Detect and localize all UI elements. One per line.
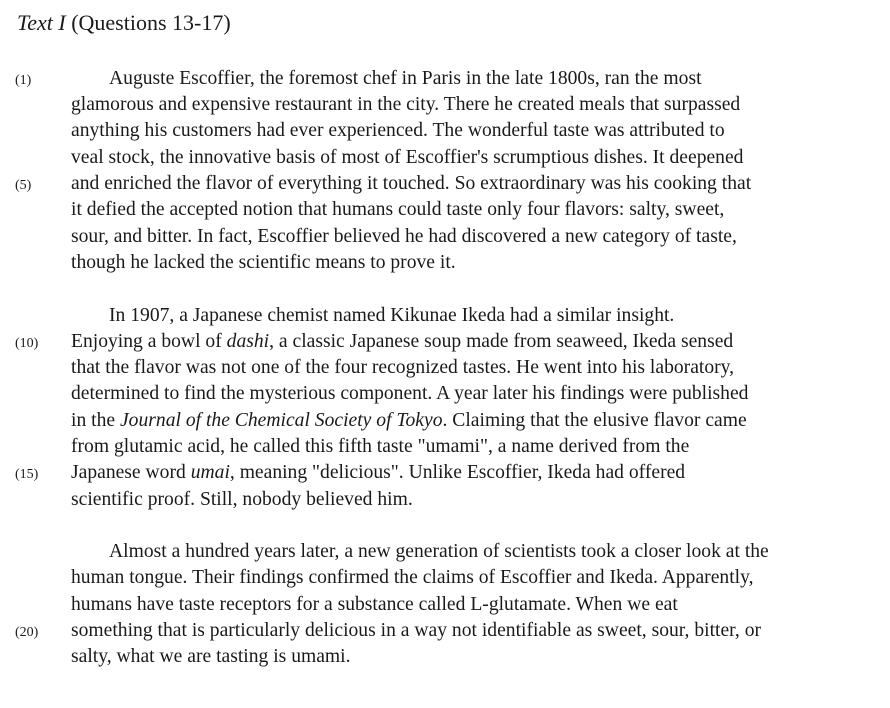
- text-line: Japanese word umai, meaning "delicious".…: [71, 460, 685, 486]
- text-line: from glutamic acid, he called this fifth…: [71, 436, 690, 457]
- text-line: Enjoying a bowl of dashi, a classic Japa…: [71, 329, 733, 355]
- dashi-term: dashi: [226, 331, 270, 352]
- text-line: salty, what we are tasting is umami.: [71, 646, 351, 667]
- text-line: Almost a hundred years later, a new gene…: [109, 541, 769, 562]
- text-span: , meaning "delicious". Unlike Escoffier,…: [229, 462, 686, 483]
- text-line: that the flavor was not one of the four …: [71, 357, 735, 378]
- text-span: in the: [71, 410, 120, 431]
- line-number: (20): [15, 625, 39, 640]
- line-number: (10): [15, 336, 39, 351]
- text-line: though he lacked the scientific means to…: [71, 252, 456, 273]
- text-line: in the Journal of the Chemical Society o…: [71, 408, 747, 434]
- text-line: and enriched the flavor of everything it…: [71, 173, 752, 194]
- text-line: Auguste Escoffier, the foremost chef in …: [109, 68, 702, 89]
- text-line: veal stock, the innovative basis of most…: [71, 147, 744, 168]
- text-title: Text I: [17, 10, 66, 35]
- text-line: determined to find the mysterious compon…: [71, 383, 749, 404]
- line-number: (5): [15, 178, 32, 193]
- questions-range: (Questions 13-17): [71, 10, 231, 35]
- journal-title: Journal of the Chemical Society of Tokyo: [119, 410, 443, 431]
- line-number: (15): [15, 467, 39, 482]
- text-span: , a classic Japanese soup made from seaw…: [269, 331, 734, 352]
- text-line: something that is particularly delicious…: [71, 620, 762, 641]
- text-heading: Text I (Questions 13-17): [17, 8, 231, 38]
- text-line: anything his customers had ever experien…: [71, 120, 725, 141]
- text-span: Japanese word: [71, 462, 191, 483]
- text-span: . Claiming that the elusive flavor came: [442, 410, 747, 431]
- text-line: human tongue. Their findings confirmed t…: [71, 567, 754, 588]
- text-line: humans have taste receptors for a substa…: [71, 594, 678, 615]
- umai-term: umai: [190, 462, 230, 483]
- text-span: Enjoying a bowl of: [71, 331, 227, 352]
- line-number: (1): [15, 73, 32, 88]
- text-line: it defied the accepted notion that human…: [71, 199, 725, 220]
- text-line: scientific proof. Still, nobody believed…: [71, 489, 413, 510]
- text-line: sour, and bitter. In fact, Escoffier bel…: [71, 226, 737, 247]
- text-line: glamorous and expensive restaurant in th…: [71, 94, 741, 115]
- text-line: In 1907, a Japanese chemist named Kikuna…: [109, 305, 675, 326]
